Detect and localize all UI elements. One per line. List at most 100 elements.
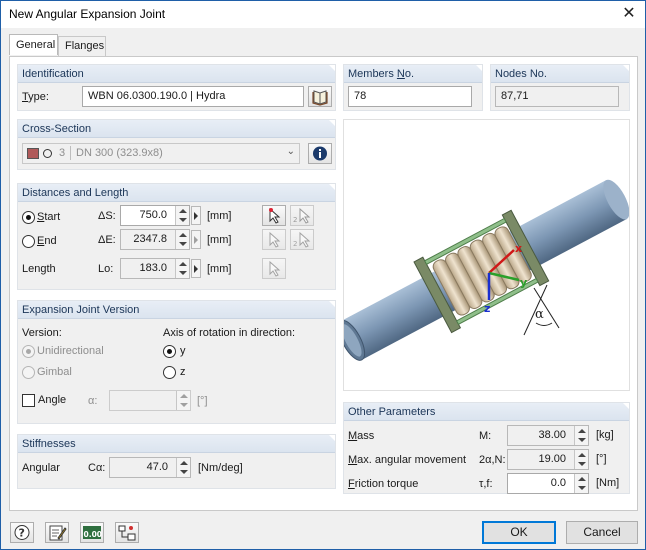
de-spinner[interactable] xyxy=(175,230,189,249)
other-parameters-header: Other Parameters xyxy=(344,403,629,421)
axis-y-label: y xyxy=(180,345,186,357)
distances-group: Distances and Length Start End Length ΔS… xyxy=(17,183,336,290)
gimbal-radio[interactable] xyxy=(22,366,35,379)
cross-section-group: Cross-Section 3 DN 300 (323.9x8) ⌄ xyxy=(17,119,336,170)
axis-y-radio[interactable] xyxy=(163,345,176,358)
angle-label: Angle xyxy=(38,394,67,406)
max-angular-symbol: 2α,N: xyxy=(479,454,506,466)
max-angular-unit: [°] xyxy=(596,453,607,465)
mass-input[interactable]: 38.00 xyxy=(507,425,589,446)
axis-x-label: x xyxy=(515,242,522,255)
pick-end-button[interactable] xyxy=(262,229,286,250)
start-radio[interactable] xyxy=(22,211,35,224)
lo-label: Lo: xyxy=(98,263,114,275)
dialog-window: New Angular Expansion Joint ✕ General Fl… xyxy=(0,0,646,550)
max-angular-label: Max. angular movement xyxy=(348,454,467,466)
pick-end-distance-button[interactable]: 2 xyxy=(290,229,314,250)
svg-text:2: 2 xyxy=(293,240,297,248)
friction-spinner[interactable] xyxy=(574,474,588,493)
de-unit: [mm] xyxy=(207,234,232,246)
end-radio[interactable] xyxy=(22,235,35,248)
friction-input[interactable]: 0.0 xyxy=(507,473,589,494)
angle-spinner[interactable] xyxy=(176,391,190,410)
edit-button[interactable] xyxy=(45,522,69,543)
edit-icon xyxy=(49,525,67,541)
axis-label: Axis of rotation in direction: xyxy=(163,327,296,339)
nodes-group: Nodes No. 87,71 xyxy=(490,64,630,111)
pick-length-button[interactable] xyxy=(262,258,286,279)
decimal-places-button[interactable]: 0.00 xyxy=(80,522,104,543)
nodes-header: Nodes No. xyxy=(491,65,629,83)
help-button[interactable]: ? xyxy=(10,522,34,543)
pick-distance-button[interactable]: 2 xyxy=(290,205,314,226)
mass-unit: [kg] xyxy=(596,429,614,441)
lo-spinner[interactable] xyxy=(175,259,189,278)
mass-label: Mass xyxy=(348,430,375,442)
version-group: Expansion Joint Version Version: Unidire… xyxy=(17,300,336,424)
identification-header: Identification xyxy=(18,65,335,83)
mass-spinner[interactable] xyxy=(574,426,588,445)
friction-label: Friction torque xyxy=(348,478,419,490)
tree-select-icon xyxy=(118,525,136,541)
type-field[interactable]: WBN 06.0300.190.0 | Hydra xyxy=(82,86,304,107)
de-input[interactable]: 2347.8 xyxy=(120,229,190,250)
cursor-measure-icon: 2 xyxy=(293,207,311,224)
ds-input[interactable]: 750.0 xyxy=(120,205,190,226)
ds-label: ΔS: xyxy=(98,210,116,222)
angular-stiffness-input[interactable]: 47.0 xyxy=(109,457,191,478)
pipe-section-icon xyxy=(43,149,52,158)
help-icon: ? xyxy=(14,525,30,540)
axis-z-radio[interactable] xyxy=(163,366,176,379)
lo-arrow-button[interactable] xyxy=(191,259,201,278)
section-name: DN 300 (323.9x8) xyxy=(76,147,163,159)
tab-flanges[interactable]: Flanges xyxy=(58,36,106,56)
cross-section-header: Cross-Section xyxy=(18,120,335,138)
window-title: New Angular Expansion Joint xyxy=(9,7,166,21)
stiffness-spinner[interactable] xyxy=(176,458,190,477)
start-label: Start xyxy=(37,211,61,223)
angular-stiffness-label: Angular xyxy=(22,462,60,474)
members-field[interactable]: 78 xyxy=(348,86,472,107)
c-alpha-label: Cα: xyxy=(88,462,106,474)
close-icon[interactable]: ✕ xyxy=(613,1,645,28)
friction-unit: [Nm] xyxy=(596,477,620,489)
tab-general[interactable]: General xyxy=(9,34,58,55)
max-angular-input[interactable]: 19.00 xyxy=(507,449,589,470)
cursor-pick-icon xyxy=(269,260,281,277)
book-icon xyxy=(312,90,328,106)
axis-z-label: z xyxy=(180,366,186,378)
info-button[interactable] xyxy=(308,143,332,164)
cursor-pick-icon xyxy=(269,231,281,248)
section-color-swatch xyxy=(27,148,39,159)
ok-button[interactable]: OK xyxy=(482,521,556,544)
max-angular-spinner[interactable] xyxy=(574,450,588,469)
decimal-icon: 0.00 xyxy=(83,526,102,539)
alpha-label: α: xyxy=(88,395,98,407)
stiffness-group: Stiffnesses Angular Cα: 47.0 [Nm/deg] xyxy=(17,434,336,489)
unidirectional-radio[interactable] xyxy=(22,345,35,358)
svg-text:2: 2 xyxy=(293,216,297,224)
de-arrow-button[interactable] xyxy=(191,230,201,249)
svg-text:?: ? xyxy=(19,527,25,540)
title-bar: New Angular Expansion Joint ✕ xyxy=(1,1,645,28)
ds-spinner[interactable] xyxy=(175,206,189,225)
length-label: Length xyxy=(22,263,56,275)
type-label: Type: xyxy=(22,91,49,103)
select-button[interactable] xyxy=(115,522,139,543)
ds-arrow-button[interactable] xyxy=(191,206,201,225)
cancel-button[interactable]: Cancel xyxy=(566,521,638,544)
unidirectional-label: Unidirectional xyxy=(37,345,104,357)
angle-input[interactable] xyxy=(109,390,191,411)
stiffness-header: Stiffnesses xyxy=(18,435,335,453)
lo-input[interactable]: 183.0 xyxy=(120,258,190,279)
cursor-measure-icon: 2 xyxy=(293,231,311,248)
expansion-joint-graphic: x y z α xyxy=(338,179,630,361)
alpha-symbol: α xyxy=(535,307,544,322)
angle-checkbox[interactable] xyxy=(22,394,35,407)
cross-section-select[interactable]: 3 DN 300 (323.9x8) ⌄ xyxy=(22,143,300,164)
cursor-pick-icon xyxy=(269,207,281,224)
axis-y-label-graphic: y xyxy=(520,276,527,289)
pick-start-button[interactable] xyxy=(262,205,286,226)
chevron-down-icon: ⌄ xyxy=(286,146,295,157)
library-button[interactable] xyxy=(308,86,332,107)
